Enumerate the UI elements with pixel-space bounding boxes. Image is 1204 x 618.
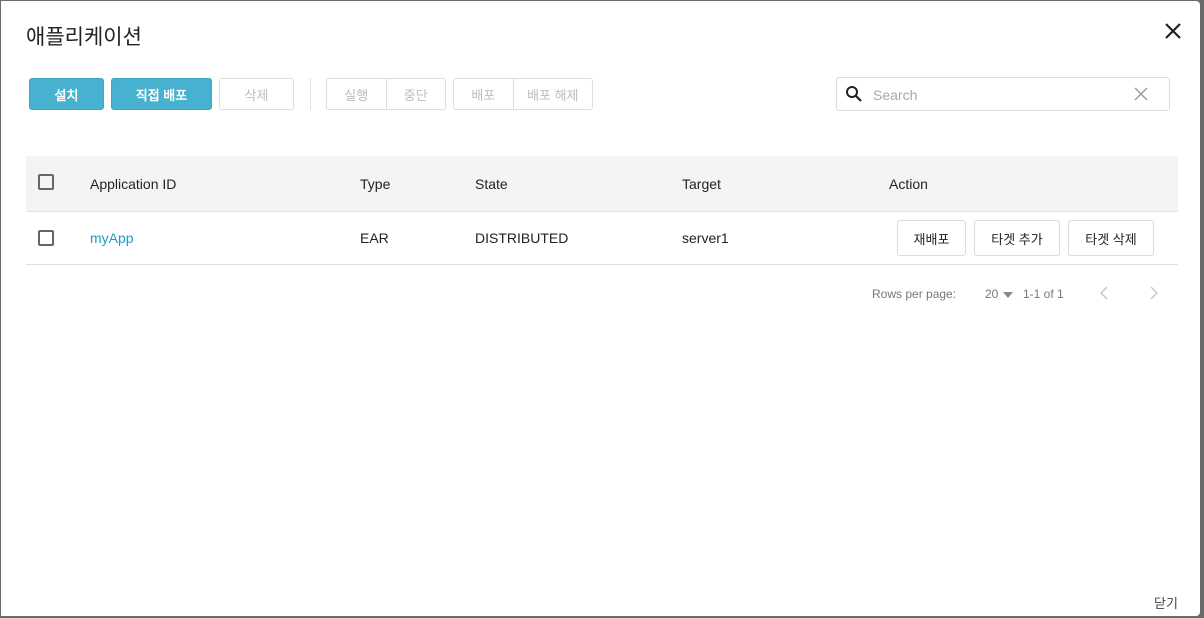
column-header-application-id[interactable]: Application ID xyxy=(90,156,176,211)
delete-button[interactable]: 삭제 xyxy=(219,78,294,110)
chevron-right-icon xyxy=(1149,285,1159,303)
dialog-title: 애플리케이션 xyxy=(26,26,142,49)
table-row: myApp EAR DISTRIBUTED server1 재배포 타겟 추가 … xyxy=(26,212,1178,265)
toolbar-divider xyxy=(310,78,311,110)
clear-icon[interactable] xyxy=(1133,86,1149,102)
type-cell: EAR xyxy=(360,230,389,246)
direct-deploy-button[interactable]: 직접 배포 xyxy=(111,78,212,110)
close-icon[interactable] xyxy=(1161,19,1185,43)
page-range: 1-1 of 1 xyxy=(1023,287,1064,301)
applications-table: Application ID Type State Target Action … xyxy=(26,156,1178,265)
run-stop-group: 실행 중단 xyxy=(326,78,446,110)
caret-down-icon xyxy=(1003,287,1014,301)
column-header-type[interactable]: Type xyxy=(360,156,390,211)
prev-page-button[interactable] xyxy=(1099,281,1109,307)
install-button[interactable]: 설치 xyxy=(29,78,104,110)
target-cell: server1 xyxy=(682,230,729,246)
chevron-left-icon xyxy=(1099,285,1109,303)
rows-per-page-label: Rows per page: xyxy=(872,287,957,301)
applications-dialog: 애플리케이션 설치 직접 배포 삭제 실행 중단 배포 배포 해제 Applic… xyxy=(1,1,1200,616)
select-all-checkbox[interactable] xyxy=(38,174,54,190)
rows-per-page-value: 20 xyxy=(985,287,999,301)
column-header-state[interactable]: State xyxy=(475,156,508,211)
run-button[interactable]: 실행 xyxy=(327,79,386,109)
table-header: Application ID Type State Target Action xyxy=(26,156,1178,212)
search-input[interactable] xyxy=(871,82,1125,108)
state-cell: DISTRIBUTED xyxy=(475,230,569,246)
deploy-button[interactable]: 배포 xyxy=(454,79,513,109)
column-header-target[interactable]: Target xyxy=(682,156,721,211)
application-id-link[interactable]: myApp xyxy=(90,212,134,264)
redeploy-button[interactable]: 재배포 xyxy=(897,220,966,256)
search-box xyxy=(836,77,1170,111)
rows-per-page-select[interactable]: 20 xyxy=(985,281,1014,307)
column-header-action: Action xyxy=(889,175,928,192)
next-page-button[interactable] xyxy=(1149,281,1159,307)
row-checkbox[interactable] xyxy=(38,230,54,246)
deploy-group: 배포 배포 해제 xyxy=(453,78,593,110)
add-target-button[interactable]: 타겟 추가 xyxy=(974,220,1060,256)
remove-target-button[interactable]: 타겟 삭제 xyxy=(1068,220,1154,256)
stop-button[interactable]: 중단 xyxy=(385,79,446,109)
undeploy-button[interactable]: 배포 해제 xyxy=(512,79,592,109)
search-icon xyxy=(845,85,863,103)
close-button[interactable]: 닫기 xyxy=(1154,593,1178,612)
